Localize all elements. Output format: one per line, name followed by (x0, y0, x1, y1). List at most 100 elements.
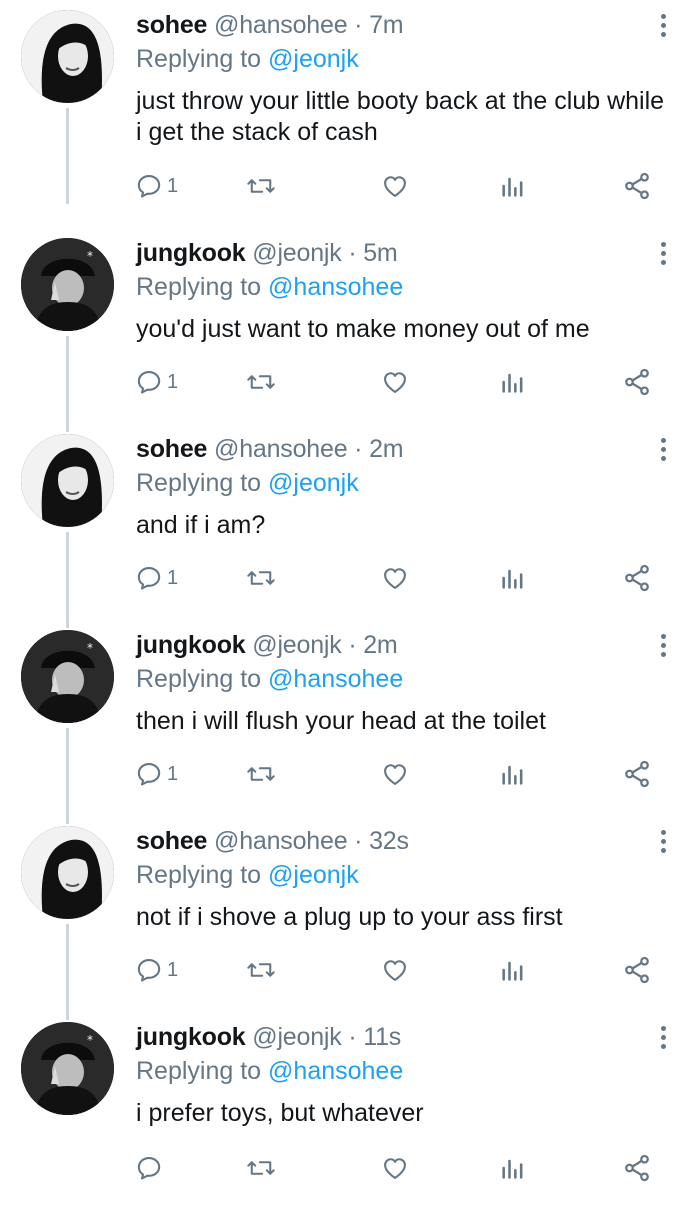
more-vertical-icon[interactable] (657, 634, 669, 662)
share-button[interactable] (622, 1152, 652, 1184)
tweet-text: and if i am? (136, 511, 266, 539)
analytics-button[interactable] (500, 366, 526, 398)
reply-button[interactable]: 1 (135, 758, 178, 790)
retweet-icon (247, 1161, 275, 1175)
display-name[interactable]: sohee (136, 827, 207, 855)
avatar[interactable] (21, 434, 114, 527)
separator-dot: · (348, 1023, 357, 1051)
display-name[interactable]: jungkook (136, 239, 246, 267)
display-name[interactable]: sohee (136, 11, 207, 39)
avatar[interactable]: * (21, 630, 114, 723)
timestamp[interactable]: 32s (369, 827, 409, 855)
like-button[interactable] (380, 758, 410, 790)
avatar[interactable] (21, 10, 114, 103)
replying-prefix: Replying to (136, 45, 269, 73)
timestamp[interactable]: 11s (363, 1023, 401, 1051)
tweet[interactable]: sohee @hansohee · 2m Replying to @jeonjk… (0, 424, 699, 628)
share-button[interactable] (622, 366, 652, 398)
user-handle[interactable]: @jeonjk (252, 631, 342, 659)
reply-button[interactable] (135, 1152, 167, 1184)
avatar[interactable]: * (21, 238, 114, 331)
timestamp[interactable]: 2m (363, 631, 398, 659)
retweet-button[interactable] (246, 1152, 276, 1184)
avatar[interactable] (21, 826, 114, 919)
reply-button[interactable]: 1 (135, 954, 178, 986)
user-handle[interactable]: @hansohee (214, 435, 348, 463)
analytics-button[interactable] (500, 954, 526, 986)
analytics-icon (502, 765, 523, 785)
like-button[interactable] (380, 366, 410, 398)
analytics-button[interactable] (500, 170, 526, 202)
tweet[interactable]: * jungkook @jeonjk · 2m Replying to @han… (0, 620, 699, 824)
replying-to-link[interactable]: @hansohee (268, 273, 403, 301)
replying-to-link[interactable]: @jeonjk (268, 45, 359, 73)
display-name[interactable]: jungkook (136, 1023, 246, 1051)
reply-button[interactable]: 1 (135, 562, 178, 594)
like-button[interactable] (380, 1152, 410, 1184)
share-button[interactable] (622, 758, 652, 790)
user-handle[interactable]: @jeonjk (252, 239, 342, 267)
separator-dot: · (354, 827, 363, 855)
tweet[interactable]: * jungkook @jeonjk · 5m Replying to @han… (0, 228, 699, 432)
heart-icon (384, 1158, 406, 1179)
reply-button[interactable]: 1 (135, 366, 178, 398)
replying-prefix: Replying to (136, 273, 269, 301)
tweet-text: just throw your little booty back at the… (136, 87, 665, 146)
replying-to-link[interactable]: @hansohee (268, 665, 403, 693)
retweet-button[interactable] (246, 758, 276, 790)
more-vertical-icon[interactable] (657, 1026, 669, 1054)
more-vertical-icon[interactable] (657, 14, 669, 42)
display-name[interactable]: jungkook (136, 631, 246, 659)
avatar-jungkook-image: * (21, 238, 114, 331)
analytics-button[interactable] (500, 562, 526, 594)
replying-prefix: Replying to (136, 861, 269, 889)
reply-button[interactable]: 1 (135, 170, 178, 202)
analytics-button[interactable] (500, 1152, 526, 1184)
analytics-button[interactable] (500, 758, 526, 790)
retweet-button[interactable] (246, 170, 276, 202)
reply-icon (137, 959, 161, 982)
display-name[interactable]: sohee (136, 435, 207, 463)
heart-icon (384, 568, 406, 589)
reply-count: 1 (167, 370, 179, 393)
replying-to-line: Replying to @hansohee (136, 664, 403, 694)
like-button[interactable] (380, 170, 410, 202)
more-vertical-icon[interactable] (657, 438, 669, 466)
tweet-actions: 1 (0, 954, 699, 986)
like-button[interactable] (380, 954, 410, 986)
replying-to-link[interactable]: @jeonjk (268, 861, 359, 889)
share-button[interactable] (622, 562, 652, 594)
analytics-icon (502, 1159, 523, 1179)
share-button[interactable] (622, 170, 652, 202)
share-button[interactable] (622, 954, 652, 986)
heart-icon (384, 372, 406, 393)
share-icon (625, 368, 649, 396)
avatar[interactable]: * (21, 1022, 114, 1115)
svg-text:*: * (87, 249, 93, 263)
retweet-button[interactable] (246, 366, 276, 398)
replying-to-link[interactable]: @hansohee (268, 1057, 403, 1085)
reply-icon (137, 763, 161, 786)
avatar-jungkook-image: * (21, 1022, 114, 1115)
timestamp[interactable]: 2m (369, 435, 404, 463)
like-button[interactable] (380, 562, 410, 594)
tweet-actions: 1 (0, 170, 699, 202)
replying-to-link[interactable]: @jeonjk (268, 469, 359, 497)
more-vertical-icon[interactable] (657, 830, 669, 858)
replying-prefix: Replying to (136, 1057, 269, 1085)
more-vertical-icon[interactable] (657, 242, 669, 270)
timestamp[interactable]: 7m (369, 11, 404, 39)
tweet[interactable]: * jungkook @jeonjk · 11s Replying to @ha… (0, 1012, 699, 1208)
user-handle[interactable]: @hansohee (214, 827, 348, 855)
tweet[interactable]: sohee @hansohee · 7m Replying to @jeonjk… (0, 0, 699, 204)
user-handle[interactable]: @hansohee (214, 11, 348, 39)
share-icon (625, 172, 649, 200)
separator-dot: · (354, 11, 363, 39)
retweet-icon (247, 375, 275, 389)
retweet-button[interactable] (246, 954, 276, 986)
timestamp[interactable]: 5m (363, 239, 398, 267)
tweet[interactable]: sohee @hansohee · 32s Replying to @jeonj… (0, 816, 699, 1020)
user-handle[interactable]: @jeonjk (252, 1023, 342, 1051)
avatar-sohee-image (21, 826, 114, 919)
retweet-button[interactable] (246, 562, 276, 594)
